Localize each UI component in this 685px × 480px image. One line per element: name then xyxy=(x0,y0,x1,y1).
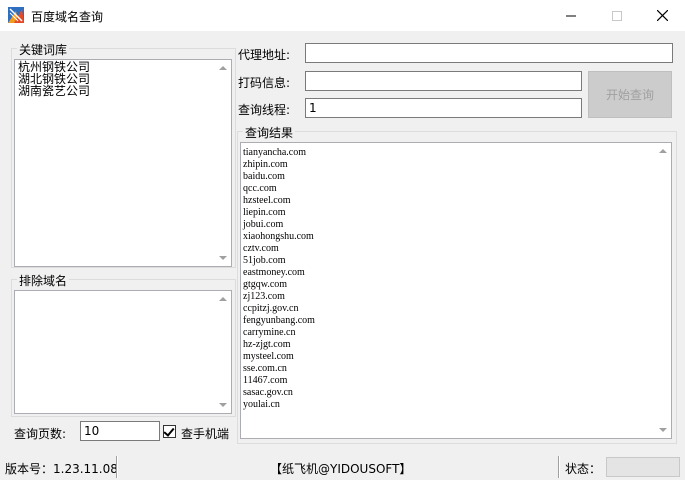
scroll-up-icon[interactable] xyxy=(219,66,227,70)
status-label: 状态： xyxy=(565,462,602,476)
scroll-down-icon[interactable] xyxy=(659,428,667,432)
maximize-button[interactable] xyxy=(594,0,640,31)
status-separator xyxy=(558,456,560,478)
result-item: ccpitzj.gov.cn xyxy=(243,303,299,314)
result-item: fengyunbang.com xyxy=(243,315,315,326)
minimize-button[interactable] xyxy=(548,0,594,31)
result-item: carrymine.cn xyxy=(243,327,296,338)
result-item: 51job.com xyxy=(243,255,286,266)
result-item: sse.com.cn xyxy=(243,363,287,374)
result-item: cztv.com xyxy=(243,243,279,254)
threads-input[interactable] xyxy=(305,98,582,118)
maximize-icon xyxy=(612,10,622,21)
close-button[interactable] xyxy=(639,0,685,31)
start-query-button[interactable]: 开始查询 xyxy=(588,71,672,118)
minimize-icon xyxy=(566,15,576,16)
window-title: 百度域名查询 xyxy=(31,10,104,24)
status-bar: 版本号：1.23.11.08 【纸飞机@YIDOUSOFT】 状态： xyxy=(0,454,685,480)
scroll-up-icon[interactable] xyxy=(219,297,227,301)
result-item: xiaohongshu.com xyxy=(243,231,314,242)
results-group-label: 查询结果 xyxy=(243,124,296,141)
result-item: jobui.com xyxy=(243,219,284,230)
scroll-down-icon[interactable] xyxy=(219,256,227,260)
result-item: qcc.com xyxy=(243,183,277,194)
status-indicator xyxy=(606,457,680,477)
keywords-group-label: 关键词库 xyxy=(17,41,70,58)
result-item: zhipin.com xyxy=(243,159,288,170)
pages-input[interactable] xyxy=(80,421,160,441)
result-item: sasac.gov.cn xyxy=(243,387,293,398)
results-textarea[interactable]: tianyancha.com zhipin.com baidu.com qcc.com… xyxy=(240,142,672,439)
exclude-scrollbar[interactable] xyxy=(215,291,231,413)
app-icon xyxy=(8,7,24,23)
status-separator xyxy=(116,456,118,478)
keywords-lines: 杭州钢铁公司 湖北钢铁公司 湖南瓷艺公司 xyxy=(18,61,90,97)
result-item: tianyancha.com xyxy=(243,147,307,158)
result-item: youlai.cn xyxy=(243,399,280,410)
keywords-scrollbar[interactable] xyxy=(215,60,231,266)
result-item: 11467.com xyxy=(243,375,288,386)
results-scrollbar[interactable] xyxy=(655,143,671,438)
result-item: hz-zjgt.com xyxy=(243,339,291,350)
exclude-textarea[interactable] xyxy=(14,290,232,414)
mobile-label: 查手机端 xyxy=(181,427,230,441)
scroll-down-icon[interactable] xyxy=(219,403,227,407)
captcha-input[interactable] xyxy=(305,71,582,91)
result-item: hzsteel.com xyxy=(243,195,291,206)
mobile-checkbox[interactable] xyxy=(163,425,176,438)
exclude-group-label: 排除域名 xyxy=(17,272,70,289)
result-item: zj123.com xyxy=(243,291,285,302)
result-item: mysteel.com xyxy=(243,351,294,362)
title-bar: 百度域名查询 xyxy=(0,0,685,31)
result-item: liepin.com xyxy=(243,207,286,218)
result-item: eastmoney.com xyxy=(243,267,305,278)
proxy-label: 代理地址: xyxy=(238,48,291,62)
check-icon xyxy=(163,425,175,437)
results-lines: tianyancha.com zhipin.com baidu.com qcc.com… xyxy=(243,147,315,411)
proxy-input[interactable] xyxy=(305,43,673,63)
version-text: 版本号：1.23.11.08 xyxy=(5,462,118,476)
captcha-label: 打码信息: xyxy=(238,76,291,90)
scroll-up-icon[interactable] xyxy=(659,149,667,153)
keywords-textarea[interactable]: 杭州钢铁公司 湖北钢铁公司 湖南瓷艺公司 xyxy=(14,59,232,267)
keyword-item: 湖南瓷艺公司 xyxy=(18,84,91,98)
threads-label: 查询线程: xyxy=(238,103,291,117)
credit-text: 【纸飞机@YIDOUSOFT】 xyxy=(270,462,412,476)
result-item: baidu.com xyxy=(243,171,285,182)
result-item: gtgqw.com xyxy=(243,279,288,290)
pages-label: 查询页数: xyxy=(14,427,67,441)
close-icon xyxy=(656,10,668,21)
